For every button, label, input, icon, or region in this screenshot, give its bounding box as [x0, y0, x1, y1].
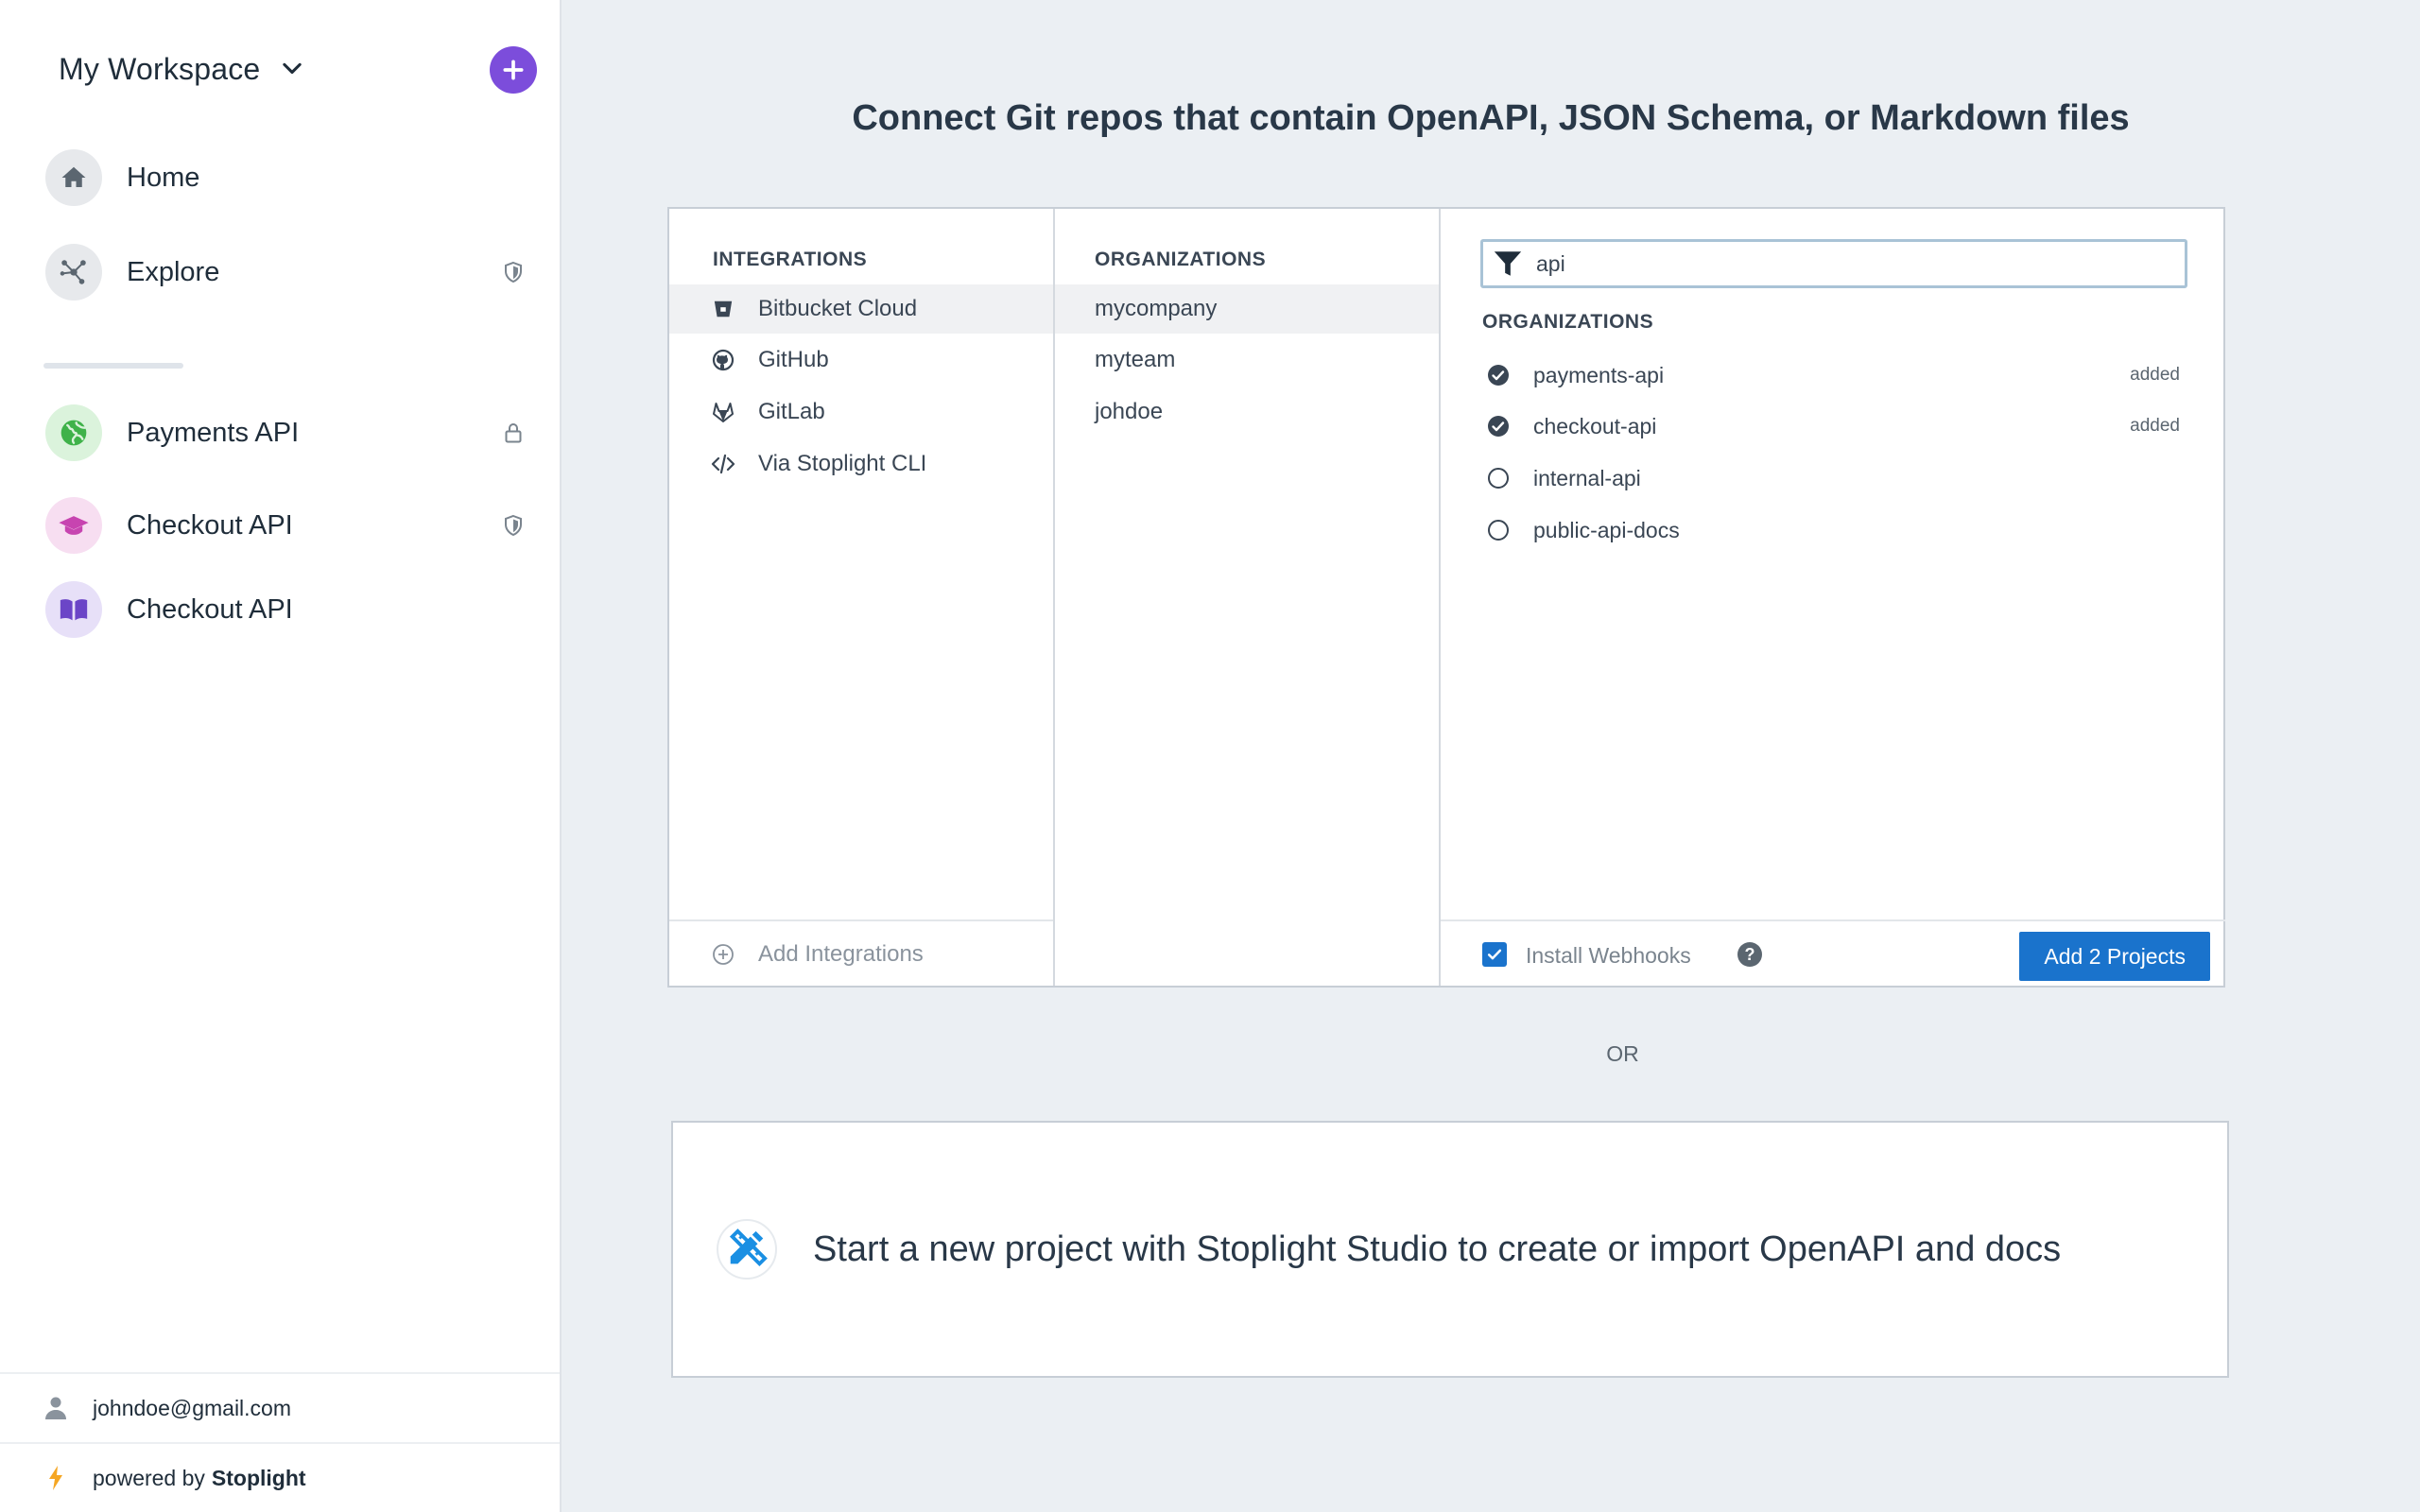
- integration-label: GitHub: [758, 347, 829, 372]
- integrations-label: INTEGRATIONS: [713, 249, 868, 270]
- organizations-column: ORGANIZATIONS mycompany myteam johdoe: [1055, 209, 1439, 986]
- user-account[interactable]: johndoe@gmail.com: [0, 1372, 560, 1442]
- plus-circle-icon: [711, 942, 735, 967]
- org-item-johdoe[interactable]: johdoe: [1055, 387, 1439, 437]
- repo-search-box[interactable]: [1480, 239, 2187, 288]
- lightning-bolt-icon: [42, 1464, 70, 1492]
- lock-icon: [499, 419, 527, 447]
- page-title: Connect Git repos that contain OpenAPI, …: [852, 98, 2130, 138]
- integration-gitlab[interactable]: GitLab: [669, 387, 1053, 437]
- checkmark-icon: [1487, 949, 1502, 960]
- repo-search-input[interactable]: [1536, 250, 2160, 277]
- empty-circle-icon: [1486, 466, 1511, 490]
- organizations-label: ORGANIZATIONS: [1095, 249, 1267, 270]
- help-icon[interactable]: ?: [1737, 942, 1762, 967]
- integration-label: Via Stoplight CLI: [758, 451, 927, 476]
- brand-name: Stoplight: [211, 1465, 306, 1490]
- org-item-myteam[interactable]: myteam: [1055, 335, 1439, 385]
- repos-label: ORGANIZATIONS: [1482, 311, 1654, 333]
- sidebar: My Workspace Home Explore Payments API C…: [0, 0, 562, 1512]
- github-icon: [711, 348, 735, 372]
- powered-by-text: powered by Stoplight: [93, 1466, 306, 1491]
- integration-github[interactable]: GitHub: [669, 335, 1053, 385]
- globe-icon: [45, 404, 102, 461]
- studio-card-text: Start a new project with Stoplight Studi…: [813, 1228, 2062, 1269]
- nav-item-home[interactable]: Home: [45, 147, 527, 208]
- repo-name: payments-api: [1533, 362, 1665, 387]
- git-connect-panel: INTEGRATIONS Bitbucket Cloud GitHub GitL…: [667, 207, 2225, 988]
- workspace-switcher[interactable]: My Workspace: [59, 45, 305, 93]
- shield-icon: [499, 258, 527, 286]
- empty-circle-icon: [1486, 518, 1511, 542]
- add-button[interactable]: [490, 46, 537, 94]
- nav-label-explore: Explore: [127, 256, 220, 287]
- chevron-down-icon: [283, 62, 302, 75]
- repo-item-internal-api[interactable]: internal-api: [1475, 457, 2203, 499]
- integration-label: GitLab: [758, 399, 825, 424]
- install-webhooks-checkbox[interactable]: [1482, 942, 1507, 967]
- repo-item-payments-api[interactable]: payments-api added: [1475, 354, 2203, 396]
- gitlab-icon: [711, 400, 735, 424]
- plus-icon: [503, 60, 524, 80]
- install-webhooks-label: Install Webhooks: [1526, 943, 1691, 968]
- bitbucket-icon: [711, 297, 735, 321]
- integration-label: Bitbucket Cloud: [758, 296, 918, 321]
- repo-status: added: [2130, 416, 2180, 436]
- nav-item-explore[interactable]: Explore: [45, 242, 527, 302]
- home-icon: [45, 149, 102, 206]
- or-separator: OR: [1606, 1041, 1639, 1066]
- repo-item-public-api-docs[interactable]: public-api-docs: [1475, 509, 2203, 551]
- start-studio-project-card[interactable]: Start a new project with Stoplight Studi…: [671, 1121, 2229, 1378]
- workspace-title: My Workspace: [59, 51, 261, 86]
- filter-icon: [1491, 247, 1525, 281]
- explore-icon: [45, 244, 102, 301]
- repo-name: internal-api: [1533, 465, 1641, 490]
- repo-name: checkout-api: [1533, 413, 1657, 438]
- integration-stoplight-cli[interactable]: Via Stoplight CLI: [669, 439, 1053, 489]
- action-bar: Install Webhooks ? Add 2 Projects: [1441, 919, 2225, 988]
- repo-item-checkout-api[interactable]: checkout-api added: [1475, 405, 2203, 447]
- repo-status: added: [2130, 365, 2180, 385]
- add-projects-button[interactable]: Add 2 Projects: [2019, 932, 2210, 981]
- project-item-checkout-api-docs[interactable]: Checkout API: [45, 579, 527, 640]
- sidebar-divider: [43, 363, 183, 369]
- user-email: johndoe@gmail.com: [93, 1395, 292, 1420]
- org-item-mycompany[interactable]: mycompany: [1055, 284, 1439, 334]
- powered-by-label: powered by: [93, 1465, 205, 1490]
- graduation-cap-icon: [45, 497, 102, 554]
- project-item-checkout-api[interactable]: Checkout API: [45, 495, 527, 556]
- add-integrations-label: Add Integrations: [758, 941, 924, 967]
- powered-by[interactable]: powered by Stoplight: [0, 1442, 560, 1512]
- add-integrations-button[interactable]: Add Integrations: [669, 919, 1053, 988]
- integration-bitbucket-cloud[interactable]: Bitbucket Cloud: [669, 284, 1053, 334]
- check-circle-icon: [1486, 363, 1511, 387]
- shield-icon: [499, 511, 527, 540]
- check-circle-icon: [1486, 414, 1511, 438]
- project-label: Payments API: [127, 417, 300, 448]
- code-icon: [711, 452, 735, 476]
- project-item-payments-api[interactable]: Payments API: [45, 403, 527, 463]
- repo-name: public-api-docs: [1533, 517, 1680, 542]
- project-label: Checkout API: [127, 593, 293, 625]
- pencil-ruler-icon: [717, 1219, 777, 1280]
- column-divider: [1439, 209, 1441, 986]
- user-icon: [42, 1394, 70, 1422]
- book-icon: [45, 581, 102, 638]
- project-label: Checkout API: [127, 509, 293, 541]
- nav-label-home: Home: [127, 162, 200, 193]
